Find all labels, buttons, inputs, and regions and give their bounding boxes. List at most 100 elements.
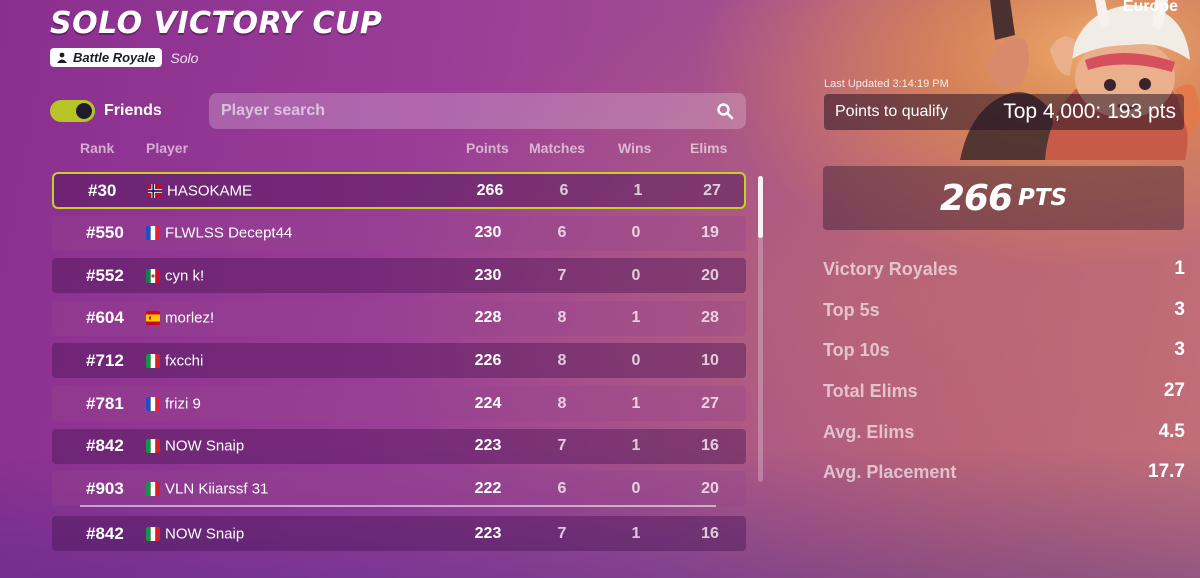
player-rank: #552	[86, 265, 124, 285]
mexico-flag-icon	[146, 268, 160, 283]
col-wins[interactable]: Wins	[618, 140, 651, 156]
toggle-knob	[76, 103, 92, 119]
qualify-label: Points to qualify	[835, 103, 948, 120]
qualify-bar: Points to qualify Top 4,000: 193 pts	[824, 94, 1184, 130]
stat-value: 1	[1174, 258, 1185, 279]
stat-value: 4.5	[1158, 420, 1185, 442]
player-matches: 6	[557, 479, 567, 497]
col-matches[interactable]: Matches	[529, 140, 585, 156]
friends-label: Friends	[104, 102, 162, 119]
stat-value: 3	[1174, 339, 1185, 361]
player-name: frizi 9	[165, 395, 201, 412]
stat-row: Top 10s 3	[823, 337, 1185, 378]
player-name: cyn k!	[165, 267, 205, 285]
player-name: morlez!	[165, 309, 215, 327]
points-total-box: 266 PTS	[823, 166, 1184, 230]
player-wins: 1	[631, 524, 641, 542]
pinned-divider	[80, 505, 716, 507]
player-rank: #30	[88, 180, 117, 200]
leaderboard-row[interactable]: #903 VLN Kiiarssf 31 222 6 0 20	[52, 471, 746, 507]
friends-filter[interactable]: Friends	[50, 100, 162, 122]
player-name: fxcchi	[165, 352, 204, 370]
leaderboard-row[interactable]: #30 HASOKAME 266 6 1 27	[52, 172, 746, 209]
scrollbar-thumb[interactable]	[758, 176, 763, 238]
player-rank: #903	[86, 478, 124, 498]
leaderboard-scrollbar[interactable]	[758, 176, 763, 482]
search-placeholder: Player search	[221, 102, 326, 119]
col-elims[interactable]: Elims	[690, 140, 727, 156]
player-wins: 1	[631, 394, 641, 412]
player-wins: 0	[631, 351, 641, 369]
player-elims: 27	[701, 394, 719, 412]
player-rank: #604	[86, 308, 124, 328]
player-rank: #842	[86, 436, 124, 456]
region-label[interactable]: Europe	[1123, 0, 1178, 16]
player-points: 230	[474, 224, 502, 242]
stat-label: Avg. Placement	[823, 462, 957, 483]
player-search-input[interactable]: Player search	[209, 93, 746, 129]
battle-royale-icon	[57, 52, 67, 63]
leaderboard-row[interactable]: #552 cyn k! 230 7 0 20	[52, 258, 746, 294]
stat-label: Victory Royales	[823, 259, 958, 279]
player-rank: #550	[86, 223, 124, 243]
points-total: 266	[939, 177, 1013, 219]
player-name: VLN Kiiarssf 31	[165, 480, 269, 498]
mode-row: Battle Royale Solo	[50, 48, 198, 67]
player-wins: 1	[631, 309, 641, 327]
spain-flag-icon	[146, 311, 160, 326]
player-points: 230	[474, 266, 502, 284]
stat-row: Avg. Elims 4.5	[823, 419, 1185, 460]
player-points: 228	[474, 309, 502, 327]
submode-label: Solo	[170, 49, 199, 66]
stat-label: Top 5s	[823, 299, 880, 320]
player-wins: 1	[633, 181, 643, 199]
stat-value: 17.7	[1148, 461, 1185, 483]
friends-toggle[interactable]	[50, 100, 95, 122]
player-elims: 27	[703, 181, 721, 199]
player-elims: 16	[701, 524, 719, 542]
player-elims: 20	[701, 266, 719, 284]
stat-label: Top 10s	[823, 340, 890, 361]
leaderboard-row[interactable]: #781 frizi 9 224 8 1 27	[52, 386, 746, 421]
col-rank[interactable]: Rank	[80, 140, 114, 156]
leaderboard-row[interactable]: #842 NOW Snaip 223 7 1 16	[52, 516, 746, 551]
player-rank: #781	[86, 393, 124, 413]
col-player[interactable]: Player	[146, 140, 188, 156]
player-rank: #712	[86, 350, 124, 370]
player-wins: 0	[631, 266, 641, 284]
leaderboard-row[interactable]: #604 morlez! 228 8 1 28	[52, 300, 746, 336]
player-matches: 7	[557, 524, 567, 542]
mode-label: Battle Royale	[73, 50, 156, 65]
italy-flag-icon	[146, 481, 160, 496]
player-elims: 16	[701, 437, 719, 455]
leaderboard-row[interactable]: #842 NOW Snaip 223 7 1 16	[52, 428, 746, 464]
player-elims: 19	[701, 224, 719, 242]
stat-row: Total Elims 27	[823, 378, 1185, 419]
player-name: NOW Snaip	[165, 437, 245, 455]
player-wins: 0	[631, 479, 641, 497]
search-icon[interactable]	[716, 102, 734, 120]
event-title: SOLO VICTORY CUP	[50, 6, 383, 41]
player-elims: 28	[701, 309, 719, 327]
stat-value: 27	[1163, 380, 1185, 402]
player-matches: 8	[557, 351, 567, 369]
last-updated: Last Updated 3:14:19 PM	[824, 78, 949, 90]
player-rank: #842	[86, 523, 124, 543]
stat-row: Victory Royales 1	[823, 256, 1185, 297]
player-points: 226	[474, 351, 502, 369]
player-name: FLWLSS Decept44	[165, 224, 293, 242]
player-points: 224	[474, 394, 502, 412]
leaderboard-header: Rank Player Points Matches Wins Elims	[0, 140, 760, 158]
leaderboard-row[interactable]: #550 FLWLSS Decept44 230 6 0 19	[52, 215, 746, 251]
col-points[interactable]: Points	[466, 140, 509, 156]
player-matches: 6	[559, 181, 569, 199]
player-points: 223	[474, 524, 502, 542]
france-flag-icon	[146, 396, 160, 411]
norway-flag-icon	[148, 183, 162, 198]
stat-label: Total Elims	[823, 381, 918, 402]
leaderboard-row[interactable]: #712 fxcchi 226 8 0 10	[52, 343, 746, 379]
france-flag-icon	[146, 226, 160, 241]
player-elims: 20	[701, 479, 719, 497]
player-elims: 10	[701, 351, 719, 369]
player-points: 223	[474, 437, 502, 455]
